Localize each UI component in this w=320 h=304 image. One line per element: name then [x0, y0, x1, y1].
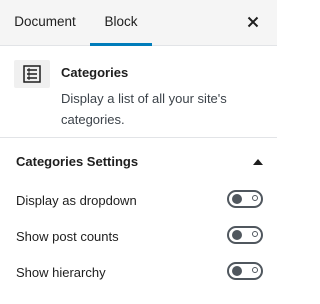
- toggle-off-indicator: [252, 231, 258, 237]
- tab-document[interactable]: Document: [6, 0, 84, 46]
- toggle-row-show-post-counts: Show post counts: [0, 226, 277, 248]
- block-icon-container: [14, 60, 50, 88]
- settings-panel-toggle[interactable]: Categories Settings: [0, 146, 277, 178]
- toggle-row-display-as-dropdown: Display as dropdown: [0, 190, 277, 212]
- block-settings-sidebar: Document Block Categories Display a list…: [0, 0, 277, 304]
- tab-block[interactable]: Block: [90, 0, 152, 46]
- toggle-off-indicator: [252, 267, 258, 273]
- toggle-knob: [232, 266, 242, 276]
- toggle-knob: [232, 230, 242, 240]
- show-hierarchy-toggle[interactable]: [227, 262, 263, 280]
- toggle-off-indicator: [252, 195, 258, 201]
- toggle-knob: [232, 194, 242, 204]
- toggle-row-show-hierarchy: Show hierarchy: [0, 262, 277, 284]
- toggle-label: Display as dropdown: [16, 193, 137, 208]
- settings-panel-title: Categories Settings: [16, 154, 139, 169]
- toggle-label: Show post counts: [16, 229, 119, 244]
- caret-up-icon: [253, 159, 263, 165]
- list-icon: [23, 65, 41, 83]
- block-title: Categories: [61, 65, 129, 80]
- sidebar-tabs: Document Block: [0, 0, 277, 46]
- toggle-label: Show hierarchy: [16, 265, 106, 280]
- close-icon: [247, 16, 259, 28]
- close-button[interactable]: [241, 10, 265, 34]
- show-post-counts-toggle[interactable]: [227, 226, 263, 244]
- block-card: Categories Display a list of all your si…: [0, 46, 277, 138]
- display-as-dropdown-toggle[interactable]: [227, 190, 263, 208]
- block-description: Display a list of all your site's catego…: [61, 91, 227, 127]
